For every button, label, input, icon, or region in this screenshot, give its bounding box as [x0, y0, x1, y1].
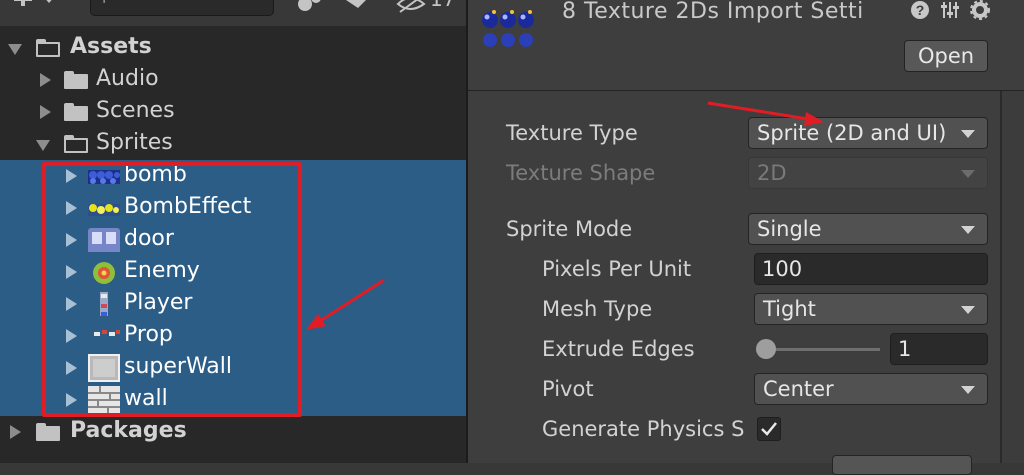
inspector-title: 8 Texture 2Ds Import Setti	[562, 0, 864, 24]
search-input[interactable]: ⚲	[90, 0, 274, 16]
folder-icon	[36, 423, 60, 441]
filter-by-label-button[interactable]	[344, 0, 370, 12]
tree-item-label: Packages	[70, 418, 187, 443]
expand-arrow-icon[interactable]	[10, 425, 21, 439]
expand-arrow-icon[interactable]	[36, 140, 50, 151]
add-dropdown-button[interactable]	[12, 0, 64, 10]
tree-item-sprites[interactable]: Sprites	[0, 128, 466, 160]
extrude-edges-input[interactable]: 1	[890, 333, 988, 365]
annotation-highlight-box	[42, 162, 302, 417]
chevron-down-icon	[961, 170, 975, 178]
search-icon: ⚲	[99, 0, 109, 5]
preset-sliders-icon[interactable]	[940, 0, 960, 20]
pivot-value: Center	[763, 377, 834, 401]
chevron-down-icon	[961, 306, 975, 314]
folder-open-icon	[36, 39, 60, 57]
pixels-per-unit-label: Pixels Per Unit	[542, 257, 692, 281]
tag-icon	[346, 0, 366, 8]
tree-item-label: Sprites	[96, 130, 173, 155]
eye-slash-icon	[396, 0, 426, 13]
plus-dropdown-icon	[14, 0, 52, 6]
mesh-type-value: Tight	[763, 297, 816, 321]
inspector-header: 8 Texture 2Ds Import Setti ? Open	[468, 0, 1024, 91]
expand-arrow-icon[interactable]	[40, 73, 51, 87]
sprite-mode-dropdown[interactable]: Single	[748, 213, 988, 245]
folder-icon	[64, 71, 88, 89]
filter-by-type-button[interactable]	[296, 0, 324, 12]
tree-item-assets[interactable]: Assets	[0, 32, 466, 64]
texture-asset-icon	[482, 10, 534, 47]
sprite-editor-button[interactable]	[832, 455, 972, 475]
help-icon[interactable]: ?	[910, 0, 930, 20]
folder-open-icon	[64, 135, 88, 153]
open-button[interactable]: Open	[904, 40, 988, 72]
chevron-down-icon	[961, 226, 975, 234]
texture-type-value: Sprite (2D and UI)	[757, 121, 947, 145]
tree-item-packages[interactable]: Packages	[0, 416, 466, 448]
sprite-mode-value: Single	[757, 217, 822, 241]
tree-item-label: Audio	[96, 66, 159, 91]
expand-arrow-icon[interactable]	[8, 44, 22, 55]
shapes-icon	[298, 0, 321, 11]
folder-icon	[64, 103, 88, 121]
tree-item-label: Scenes	[96, 98, 175, 123]
hidden-packages-count: 17	[430, 0, 455, 9]
texture-type-label: Texture Type	[506, 121, 638, 145]
tree-item-scenes[interactable]: Scenes	[0, 96, 466, 128]
texture-type-dropdown[interactable]: Sprite (2D and UI)	[748, 117, 988, 149]
tree-item-label: Assets	[70, 34, 152, 59]
project-panel: ⚲ 17 Assets Audio	[0, 0, 466, 463]
chevron-down-icon	[961, 130, 975, 138]
extrude-edges-slider-track[interactable]	[768, 348, 880, 351]
mesh-type-label: Mesh Type	[542, 297, 653, 321]
chevron-down-icon	[961, 386, 975, 394]
svg-text:?: ?	[916, 2, 925, 18]
pivot-label: Pivot	[542, 377, 594, 401]
checkmark-icon	[761, 422, 777, 436]
pixels-per-unit-input[interactable]: 100	[754, 253, 988, 285]
pivot-dropdown[interactable]: Center	[754, 373, 988, 405]
extrude-edges-label: Extrude Edges	[542, 337, 695, 361]
tree-item-audio[interactable]: Audio	[0, 64, 466, 96]
generate-physics-checkbox[interactable]	[757, 417, 781, 441]
texture-shape-label: Texture Shape	[506, 161, 656, 185]
mesh-type-dropdown[interactable]: Tight	[754, 293, 988, 325]
extrude-edges-slider-handle[interactable]	[756, 339, 776, 359]
project-toolbar: ⚲ 17	[0, 0, 466, 26]
inspector-panel: 8 Texture 2Ds Import Setti ? Open Textur…	[468, 0, 1024, 475]
generate-physics-label: Generate Physics S	[542, 417, 745, 441]
texture-shape-dropdown: 2D	[748, 157, 988, 189]
sprite-mode-label: Sprite Mode	[506, 217, 633, 241]
hidden-packages-toggle[interactable]: 17	[396, 0, 455, 14]
texture-shape-value: 2D	[757, 161, 787, 185]
expand-arrow-icon[interactable]	[40, 105, 51, 119]
gear-icon[interactable]	[970, 0, 990, 20]
